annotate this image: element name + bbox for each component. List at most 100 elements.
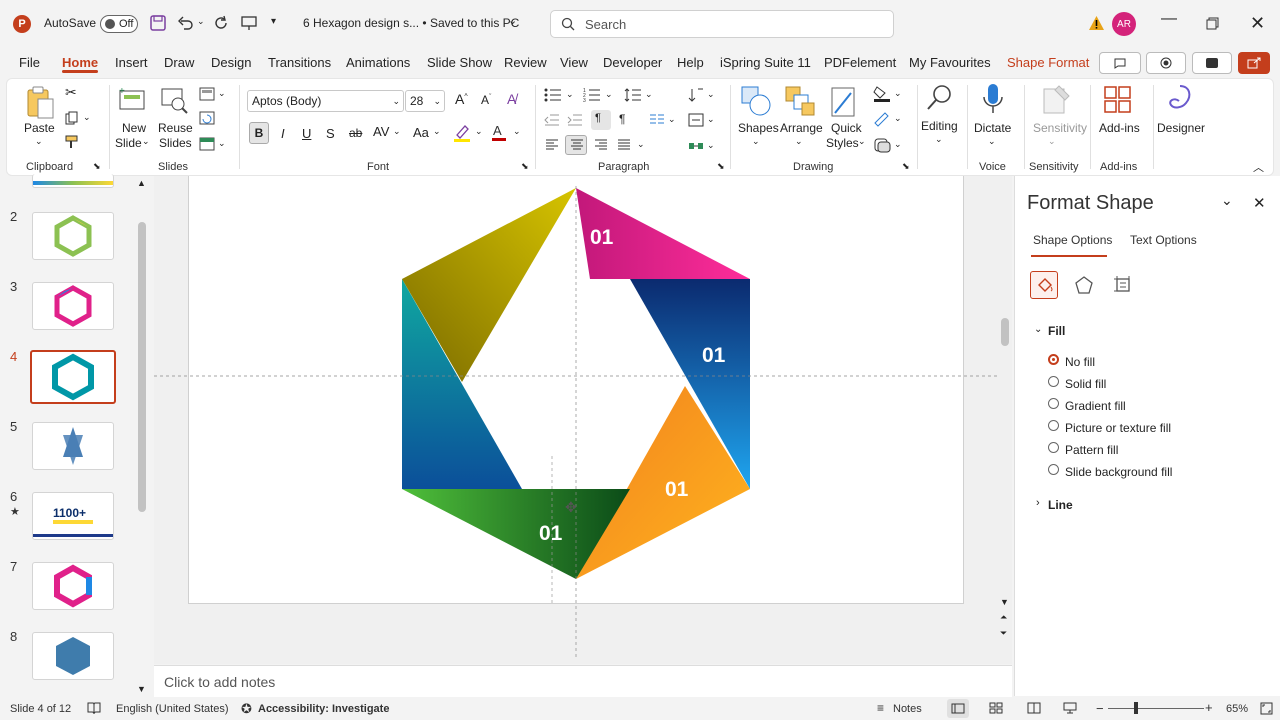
new-slide-dropdown-icon[interactable]: ⌄ xyxy=(142,136,150,147)
format-painter-icon[interactable] xyxy=(65,135,79,149)
justify-dropdown-icon[interactable]: ⌄ xyxy=(637,139,645,150)
radio-pattern-fill[interactable] xyxy=(1048,442,1059,453)
decrease-font-icon[interactable]: Aˇ xyxy=(481,93,491,107)
pane-options-icon[interactable]: ⌄ xyxy=(1221,192,1233,209)
slide-thumbnail-5[interactable] xyxy=(32,422,114,470)
notes-button[interactable]: Notes xyxy=(893,703,922,715)
shape-effects-icon[interactable] xyxy=(873,137,891,153)
canvas-scroll-down-icon[interactable]: ▼ xyxy=(1000,597,1009,607)
accessibility-status[interactable]: Accessibility: Investigate xyxy=(258,703,389,715)
slideshow-icon[interactable] xyxy=(1063,702,1077,714)
text-direction-dropdown-icon[interactable]: ⌄ xyxy=(707,89,715,100)
reuse-slides-label-2[interactable]: Slides xyxy=(159,136,192,150)
italic-button[interactable]: I xyxy=(281,126,285,141)
arrange-icon[interactable] xyxy=(784,85,816,117)
menu-view[interactable]: View xyxy=(560,55,588,70)
editing-label[interactable]: Editing xyxy=(921,119,958,133)
slide-thumbnail-8[interactable] xyxy=(32,632,114,680)
slide-thumbnail-6[interactable]: 1100+ xyxy=(32,492,114,540)
comments-button[interactable] xyxy=(1099,52,1141,74)
slide-thumbnail-3[interactable] xyxy=(32,282,114,330)
record-button[interactable] xyxy=(1146,52,1186,74)
radio-no-fill[interactable] xyxy=(1048,354,1059,365)
decrease-indent-icon[interactable] xyxy=(544,113,560,127)
panel-scroll-down-icon[interactable]: ▼ xyxy=(137,684,146,694)
redo-icon[interactable] xyxy=(212,14,230,32)
picture-fill-label[interactable]: Picture or texture fill xyxy=(1065,421,1171,435)
reuse-slides-label[interactable]: Reuse xyxy=(158,121,193,135)
justify-icon[interactable] xyxy=(617,139,631,151)
normal-view-button[interactable] xyxy=(947,699,969,718)
fill-collapse-icon[interactable]: ⌄ xyxy=(1034,324,1042,335)
bold-button[interactable]: B xyxy=(249,122,269,144)
sensitivity-icon[interactable] xyxy=(1041,83,1071,115)
align-text-dropdown-icon[interactable]: ⌄ xyxy=(707,114,715,125)
radio-solid-fill[interactable] xyxy=(1048,376,1059,387)
gradient-fill-label[interactable]: Gradient fill xyxy=(1065,399,1126,413)
align-center-button[interactable] xyxy=(565,135,587,155)
dictate-label[interactable]: Dictate xyxy=(974,121,1011,135)
font-color-dropdown-icon[interactable]: ⌄ xyxy=(513,126,521,137)
sensitivity-label[interactable]: Sensitivity xyxy=(1033,121,1087,135)
numbering-dropdown-icon[interactable]: ⌄ xyxy=(605,89,613,100)
user-avatar[interactable]: AR xyxy=(1112,12,1136,36)
label-pink[interactable]: 01 xyxy=(590,226,613,250)
strikethrough-button[interactable]: ab xyxy=(349,126,362,140)
section-icon[interactable] xyxy=(199,137,215,151)
radio-gradient-fill[interactable] xyxy=(1048,398,1059,409)
radio-slide-background-fill[interactable] xyxy=(1048,464,1059,475)
menu-draw[interactable]: Draw xyxy=(164,55,194,70)
clipboard-launcher-icon[interactable]: ⬊ xyxy=(93,161,101,172)
shapes-icon[interactable] xyxy=(740,85,772,117)
save-icon[interactable] xyxy=(149,14,167,32)
addins-label[interactable]: Add-ins xyxy=(1099,121,1140,135)
menu-transitions[interactable]: Transitions xyxy=(268,55,331,70)
zoom-out-icon[interactable]: − xyxy=(1096,701,1104,716)
section-dropdown-icon[interactable]: ⌄ xyxy=(218,138,226,149)
collapse-ribbon-icon[interactable]: ︿ xyxy=(1253,159,1264,175)
menu-review[interactable]: Review xyxy=(504,55,547,70)
editing-search-icon[interactable] xyxy=(925,83,955,113)
addins-icon[interactable] xyxy=(1103,85,1133,115)
restore-icon[interactable] xyxy=(1206,17,1219,30)
label-blue[interactable]: 01 xyxy=(702,344,725,368)
fill-section-header[interactable]: Fill xyxy=(1048,324,1065,338)
font-family-dropdown-icon[interactable]: ⌄ xyxy=(392,96,400,107)
paste-icon[interactable] xyxy=(25,85,55,121)
quick-styles-dropdown-icon[interactable]: ⌄ xyxy=(858,136,866,147)
panel-scroll-up-icon[interactable]: ▲ xyxy=(137,178,146,188)
slide-sorter-icon[interactable] xyxy=(989,702,1003,714)
smartart-icon[interactable] xyxy=(688,139,704,153)
menu-shape-format[interactable]: Shape Format xyxy=(1007,55,1089,70)
zoom-slider-track[interactable] xyxy=(1108,708,1204,709)
sensitivity-dropdown-icon[interactable]: ⌄ xyxy=(1048,136,1056,147)
microphone-icon[interactable] xyxy=(982,83,1004,115)
shape-outline-dropdown-icon[interactable]: ⌄ xyxy=(894,113,902,124)
reuse-slides-icon[interactable] xyxy=(159,85,189,115)
title-dropdown-icon[interactable]: ⌄ xyxy=(508,14,517,27)
close-window-icon[interactable]: ✕ xyxy=(1250,13,1265,34)
quick-styles-icon[interactable] xyxy=(829,85,861,119)
font-family-combo[interactable]: Aptos (Body) ⌄ xyxy=(247,90,404,112)
menu-home[interactable]: Home xyxy=(62,55,98,70)
increase-font-icon[interactable]: A^ xyxy=(455,91,468,107)
shape-outline-icon[interactable] xyxy=(873,111,891,127)
teams-button[interactable] xyxy=(1192,52,1232,74)
rtl-button[interactable]: ¶ xyxy=(619,112,625,126)
new-slide-icon[interactable]: + xyxy=(117,85,147,115)
copy-dropdown-icon[interactable]: ⌄ xyxy=(83,112,91,123)
quick-styles-label-2[interactable]: Styles xyxy=(826,136,859,150)
align-right-icon[interactable] xyxy=(594,139,608,151)
character-spacing-button[interactable]: AV xyxy=(373,124,389,139)
label-orange[interactable]: 01 xyxy=(665,478,688,502)
document-title[interactable]: 6 Hexagon design s... • Saved to this PC xyxy=(303,16,519,30)
menu-pdfelement[interactable]: PDFelement xyxy=(824,55,896,70)
tab-shape-options[interactable]: Shape Options xyxy=(1033,233,1112,247)
dictate-dropdown-icon[interactable]: ⌄ xyxy=(988,136,996,147)
label-green[interactable]: 01 xyxy=(539,522,562,546)
shape-effects-dropdown-icon[interactable]: ⌄ xyxy=(894,139,902,150)
previous-slide-icon[interactable]: ⏶ xyxy=(1000,612,1007,623)
hexagon-graphic[interactable]: ✥ xyxy=(154,176,1012,664)
change-case-button[interactable]: Aa xyxy=(413,125,429,140)
bullets-icon[interactable] xyxy=(544,87,562,103)
